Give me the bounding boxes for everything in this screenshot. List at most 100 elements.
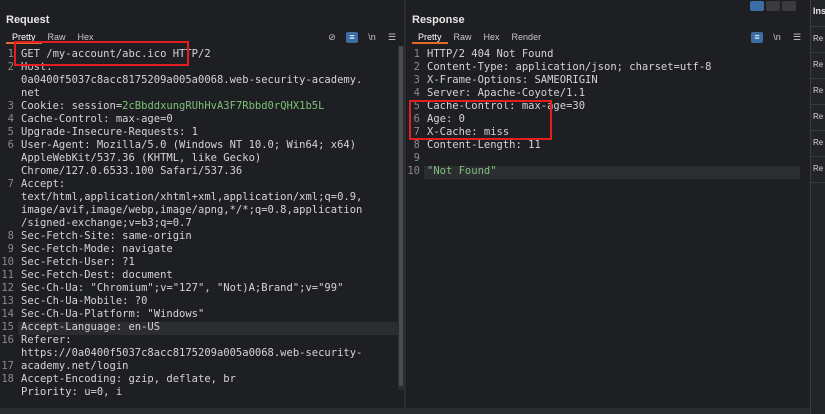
code-text: Accept: [21,178,66,190]
response-bottom-bar [406,408,810,414]
code-text: Cookie: session= [21,100,123,112]
code-line: Sec-Fetch-Dest: document [21,269,398,282]
menu-icon[interactable]: ☰ [386,32,398,43]
code-text: Sec-Ch-Ua-Mobile: ?0 [21,295,148,307]
code-line: Referer: [21,334,398,347]
newline-icon[interactable]: \n [771,32,783,43]
line-number: 14 [1,308,14,320]
code-line: Priority: u=0, i [21,386,398,399]
inspector-row[interactable]: Re [813,112,823,121]
code-line: AppleWebKit/537.36 (KHTML, like Gecko) [21,152,398,165]
code-text: academy.net/login [21,360,129,372]
response-tab-hex[interactable]: Hex [478,30,506,44]
code-text: Sec-Ch-Ua: "Chromium";v="127", "Not)A;Br… [21,282,344,294]
inspector-row[interactable]: Re [813,60,823,69]
code-text: image/avif,image/webp,image/apng,*/*;q=0… [21,204,363,216]
line-number: 9 [413,152,420,164]
line-number: 6 [7,139,14,151]
code-text: Content-Length: 11 [427,139,541,151]
request-editor[interactable]: 1 2 3 4 5 6 7 8 9 10 11 12 13 14 15 16 17 18 GET /my-acco… [0,46,404,408]
request-scrollbar-thumb[interactable] [399,46,403,386]
code-line: Accept-Encoding: gzip, deflate, br [21,373,398,386]
code-line: "Not Found" [427,165,804,178]
code-text: AppleWebKit/537.36 (KHTML, like Gecko) [21,152,262,164]
code-text: X-Frame-Options: SAMEORIGIN [427,74,598,86]
line-number: 2 [7,61,14,73]
code-line: net [21,87,398,100]
code-line: /signed-exchange;v=b3;q=0.7 [21,217,398,230]
code-text: Chrome/127.0.6533.100 Safari/537.36 [21,165,243,177]
line-number: 17 [1,360,14,372]
wrap-icon[interactable]: ≡ [751,31,763,43]
newline-icon[interactable]: \n [366,32,378,43]
code-line: Sec-Fetch-Mode: navigate [21,243,398,256]
response-tab-pretty[interactable]: Pretty [412,30,448,44]
line-number: 10 [407,165,420,177]
inspector-row[interactable]: Re [813,164,823,173]
divider [811,104,825,105]
code-line: 0a0400f5037c8acc8175209a005a0068.web-sec… [21,74,398,87]
divider [811,182,825,183]
code-line: Content-Length: 11 [427,139,804,152]
inspector-row[interactable]: Re [813,86,823,95]
layout-split-horizontal-button[interactable] [750,1,764,11]
divider [811,78,825,79]
request-bottom-bar [0,408,404,414]
code-text: Sec-Fetch-Site: same-origin [21,230,192,242]
response-toolbar: ≡ \n ☰ [751,30,803,44]
code-text: https://0a0400f5037c8acc8175209a005a0068… [21,347,363,359]
code-line: image/avif,image/webp,image/apng,*/*;q=0… [21,204,398,217]
code-line: Sec-Ch-Ua-Platform: "Windows" [21,308,398,321]
line-number: 1 [7,48,14,60]
code-text: Sec-Fetch-Mode: navigate [21,243,173,255]
code-text: Sec-Ch-Ua-Platform: "Windows" [21,308,205,320]
line-number: 4 [7,113,14,125]
divider [811,52,825,53]
code-line: Cookie: session=2cBbddxungRUhHvA3F7Rbbd0… [21,100,398,113]
code-line: Sec-Fetch-User: ?1 [21,256,398,269]
layout-tabs-button[interactable] [782,1,796,11]
code-text: Priority: u=0, i [21,386,123,398]
highlight-request-line-box [14,41,189,66]
layout-split-vertical-button[interactable] [766,1,780,11]
code-text: Referer: [21,334,72,346]
response-tab-raw[interactable]: Raw [448,30,478,44]
wrap-icon[interactable]: ≡ [346,31,358,43]
code-text: Sec-Fetch-Dest: document [21,269,173,281]
code-line: Sec-Fetch-Site: same-origin [21,230,398,243]
highlight-cache-headers-box [409,100,552,140]
code-text: HTTP/2 404 Not Found [427,48,554,60]
inspector-row[interactable]: Re [813,138,823,147]
line-number: 11 [1,269,14,281]
line-number: 1 [413,48,420,60]
code-text: Server: Apache-Coyote/1.1 [427,87,586,99]
code-line: Accept-Language: en-US [21,321,398,334]
code-text: Cache-Control: max-age=0 [21,113,173,125]
code-line: Upgrade-Insecure-Requests: 1 [21,126,398,139]
code-text: Upgrade-Insecure-Requests: 1 [21,126,199,138]
code-line: https://0a0400f5037c8acc8175209a005a0068… [21,347,398,360]
eye-off-icon[interactable]: ⊘ [326,32,338,43]
code-line: Server: Apache-Coyote/1.1 [427,87,804,100]
divider [811,130,825,131]
inspector-title: Ins [813,6,825,16]
line-number: 3 [7,100,14,112]
code-text: Accept-Language: en-US [21,321,161,333]
divider [811,26,825,27]
line-number: 3 [413,74,420,86]
line-number: 8 [7,230,14,242]
line-number: 13 [1,295,14,307]
code-value: "Not Found" [427,165,497,177]
divider [811,156,825,157]
code-line: Content-Type: application/json; charset=… [427,61,804,74]
response-tab-render[interactable]: Render [506,30,548,44]
menu-icon[interactable]: ☰ [791,32,803,43]
code-line: Chrome/127.0.6533.100 Safari/537.36 [21,165,398,178]
response-pane: Response Pretty Raw Hex Render ≡ \n ☰ 12… [406,0,810,414]
code-value: 2cBbddxungRUhHvA3F7Rbbd0rQHX1b5L [122,100,325,112]
inspector-row[interactable]: Re [813,34,823,43]
code-text: Accept-Encoding: gzip, deflate, br [21,373,236,385]
code-text: /signed-exchange;v=b3;q=0.7 [21,217,192,229]
code-line: Accept: [21,178,398,191]
code-text: 0a0400f5037c8acc8175209a005a0068.web-sec… [21,74,363,86]
